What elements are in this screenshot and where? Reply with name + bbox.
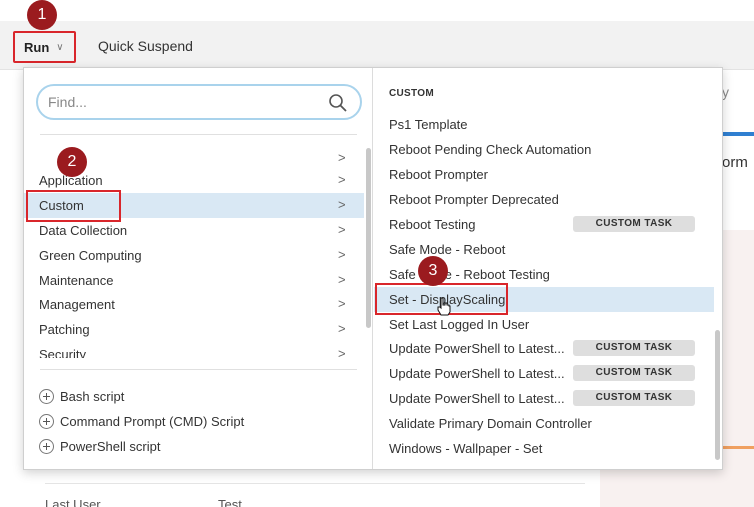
category-label: Green Computing <box>39 248 142 263</box>
chevron-right-icon: > <box>338 296 346 311</box>
task-scrollbar[interactable] <box>715 330 720 460</box>
category-item-patching[interactable]: Patching > <box>24 317 364 342</box>
quick-suspend-button[interactable]: Quick Suspend <box>98 38 193 54</box>
chevron-right-icon: > <box>338 172 346 187</box>
task-label: Reboot Prompter <box>389 167 488 182</box>
task-item[interactable]: Update PowerShell to Latest... CUSTOM TA… <box>374 386 714 411</box>
custom-task-badge: CUSTOM TASK <box>573 340 695 356</box>
category-label: Management <box>39 297 115 312</box>
category-label: Maintenance <box>39 273 114 288</box>
task-label: Windows - Wallpaper - Set <box>389 441 543 456</box>
task-label: Reboot Pending Check Automation <box>389 142 592 157</box>
task-label: Validate Primary Domain Controller <box>389 416 592 431</box>
task-label: Set Last Logged In User <box>389 317 530 332</box>
task-label: Reboot Testing <box>389 217 476 232</box>
chevron-right-icon: > <box>338 321 346 336</box>
task-item[interactable]: Ps1 Template <box>374 112 714 137</box>
category-item-green-computing[interactable]: Green Computing > <box>24 243 364 268</box>
custom-task-badge: CUSTOM TASK <box>573 365 695 381</box>
category-item-security[interactable]: Security > <box>24 342 364 358</box>
run-button[interactable]: Run ∨ <box>13 31 76 63</box>
run-button-label: Run <box>24 39 50 55</box>
chevron-right-icon: > <box>338 222 346 237</box>
chevron-right-icon: > <box>338 197 346 212</box>
cmd-script-item[interactable]: Command Prompt (CMD) Script <box>39 410 244 432</box>
category-list: > Application > Custom > Data Collection… <box>24 146 364 358</box>
chevron-down-icon: ∨ <box>56 41 64 53</box>
script-label: PowerShell script <box>60 438 161 454</box>
background-heading-fragment: orm <box>722 154 748 171</box>
task-item[interactable]: Reboot Prompter Deprecated <box>374 187 714 212</box>
background-accent-line <box>722 446 754 449</box>
category-label: Data Collection <box>39 223 128 238</box>
section-heading: CUSTOM <box>389 88 434 99</box>
divider <box>40 369 357 370</box>
category-pane: > Application > Custom > Data Collection… <box>24 68 373 469</box>
last-user-label: Last User <box>45 497 101 507</box>
category-label: Security <box>39 347 86 358</box>
search-input[interactable] <box>48 93 318 111</box>
step-marker-1: 1 <box>27 0 57 30</box>
custom-annotation-box <box>26 190 121 222</box>
last-user-value: Test <box>218 497 242 507</box>
task-label: Safe Mode - Reboot Testing <box>389 267 550 282</box>
category-item-management[interactable]: Management > <box>24 292 364 317</box>
top-bar <box>0 0 754 21</box>
plus-circle-icon <box>39 438 54 454</box>
background-tab-fragment: y <box>722 84 729 100</box>
task-label: Update PowerShell to Latest... <box>389 341 565 356</box>
task-item[interactable]: Reboot Testing CUSTOM TASK <box>374 212 714 237</box>
bash-script-item[interactable]: Bash script <box>39 385 124 407</box>
chevron-right-icon: > <box>338 247 346 262</box>
task-label: Update PowerShell to Latest... <box>389 391 565 406</box>
task-item[interactable]: Set Last Logged In User <box>374 312 714 337</box>
powershell-script-item[interactable]: PowerShell script <box>39 435 160 457</box>
task-item[interactable]: Reboot Prompter <box>374 162 714 187</box>
task-label: Update PowerShell to Latest... <box>389 366 565 381</box>
chevron-right-icon: > <box>338 346 346 358</box>
custom-task-badge: CUSTOM TASK <box>573 390 695 406</box>
script-label: Command Prompt (CMD) Script <box>60 413 245 429</box>
custom-task-badge: CUSTOM TASK <box>573 216 695 232</box>
task-item[interactable]: Update PowerShell to Latest... CUSTOM TA… <box>374 336 714 361</box>
task-label: Ps1 Template <box>389 117 468 132</box>
task-item[interactable]: Update PowerShell to Latest... CUSTOM TA… <box>374 361 714 386</box>
script-label: Bash script <box>60 388 125 404</box>
category-scrollbar[interactable] <box>366 148 371 328</box>
step-marker-2: 2 <box>57 147 87 177</box>
active-tab-indicator <box>722 132 754 136</box>
background-row-divider <box>45 483 585 484</box>
chevron-right-icon: > <box>338 150 346 165</box>
toolbar: Run ∨ Quick Suspend <box>0 21 754 70</box>
task-label: Reboot Prompter Deprecated <box>389 192 559 207</box>
search-box <box>36 84 362 120</box>
task-item[interactable]: Validate Primary Domain Controller <box>374 411 714 436</box>
category-label: Patching <box>39 322 90 337</box>
search-icon[interactable] <box>328 93 348 113</box>
category-item-maintenance[interactable]: Maintenance > <box>24 268 364 293</box>
divider <box>40 134 357 135</box>
task-label: Safe Mode - Reboot <box>389 242 506 257</box>
plus-circle-icon <box>39 413 54 429</box>
step-marker-3: 3 <box>418 256 448 286</box>
task-item[interactable]: Reboot Pending Check Automation <box>374 137 714 162</box>
run-dropdown-panel: > Application > Custom > Data Collection… <box>23 67 723 470</box>
plus-circle-icon <box>39 388 54 404</box>
task-item[interactable]: Windows - Wallpaper - Set <box>374 436 714 461</box>
hand-cursor-icon <box>437 297 451 316</box>
chevron-right-icon: > <box>338 272 346 287</box>
